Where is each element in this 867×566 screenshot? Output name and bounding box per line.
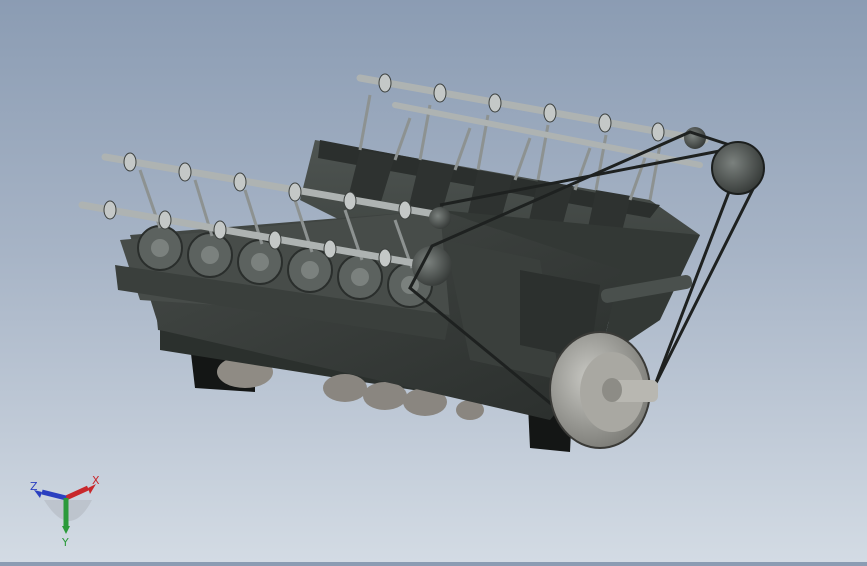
engine-model[interactable]	[0, 0, 867, 562]
crank-pulley	[549, 331, 658, 449]
graphics-viewport[interactable]: X Z Y	[0, 0, 867, 562]
right-camshaft	[356, 73, 709, 168]
coordinate-triad: X Z Y	[22, 472, 112, 552]
cam-drive-pulley	[711, 141, 765, 195]
y-axis-label: Y	[61, 536, 69, 549]
z-axis-label: Z	[30, 480, 38, 493]
x-axis-label: X	[92, 474, 100, 487]
z-axis	[41, 489, 67, 501]
x-axis	[64, 485, 90, 501]
